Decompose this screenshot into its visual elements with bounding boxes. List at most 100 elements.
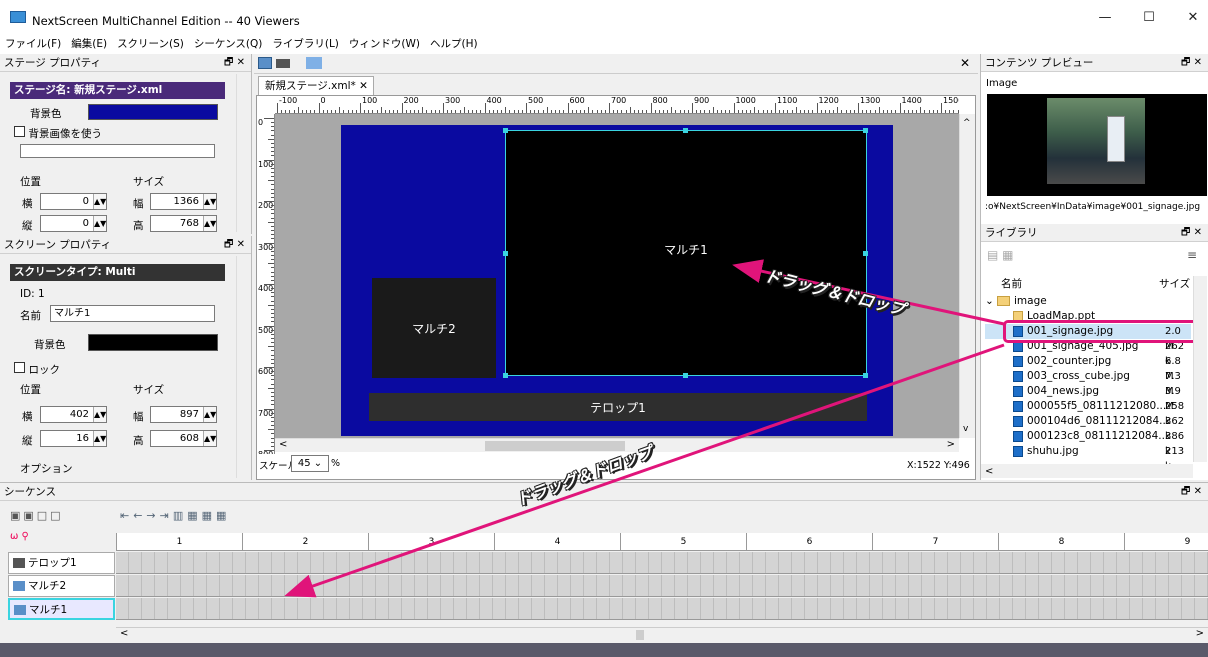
canvas-vscroll[interactable]: ^ v — [959, 114, 975, 438]
menu-screen[interactable]: スクリーン(S) — [112, 34, 189, 54]
ruler-tick — [729, 110, 731, 113]
ruler-tick — [264, 450, 274, 451]
close-button[interactable]: ✕ — [1170, 4, 1208, 32]
spinner-icon[interactable]: ▲▼ — [93, 194, 106, 209]
screen-x-field[interactable]: 402 ▲▼ — [40, 406, 107, 423]
telop-tool-icon[interactable] — [276, 59, 290, 68]
track-label[interactable]: マルチ2 — [8, 575, 115, 597]
stage-x-field[interactable]: 0 ▲▼ — [40, 193, 107, 210]
stage-h-field[interactable]: 768 ▲▼ — [150, 215, 217, 232]
screen-w-field[interactable]: 897 ▲▼ — [150, 406, 217, 423]
spinner-icon[interactable]: ▲▼ — [93, 407, 106, 422]
editor-close-icon[interactable]: ✕ — [960, 56, 970, 70]
library-item[interactable]: 000123c8_08111212084... 386 k — [985, 429, 1191, 457]
scroll-thumb[interactable] — [485, 441, 625, 451]
tab-close-icon[interactable]: ✕ — [359, 80, 368, 92]
resize-handle[interactable] — [683, 128, 688, 133]
screen-tool-icon[interactable] — [258, 57, 272, 69]
resize-handle[interactable] — [503, 373, 508, 378]
col-size-header[interactable]: サイズ — [1159, 276, 1190, 291]
stage-y-field[interactable]: 0 ▲▼ — [40, 215, 107, 232]
screen-props-scrollbar[interactable] — [236, 256, 250, 478]
ruler-tick — [679, 110, 681, 113]
use-bg-image-option[interactable]: 背景画像を使う — [14, 126, 102, 141]
library-item[interactable]: shuhu.jpg213 k — [985, 444, 1191, 472]
track-lane[interactable] — [116, 552, 1208, 574]
track-lane[interactable] — [116, 598, 1208, 620]
spinner-icon[interactable]: ▲▼ — [203, 431, 216, 446]
screen-multi2[interactable]: マルチ2 — [372, 278, 496, 378]
panel-pin-close-icon[interactable]: 🗗 ✕ — [224, 236, 245, 254]
screen-multi1[interactable]: マルチ1 — [503, 128, 868, 378]
library-item[interactable]: 000104d6_08111212084... 362 k — [985, 414, 1191, 442]
screen-h-field[interactable]: 608 ▲▼ — [150, 430, 217, 447]
use-bg-image-checkbox[interactable] — [14, 126, 25, 137]
sequence-hscroll[interactable]: < > — [116, 627, 1208, 641]
library-item[interactable]: 002_counter.jpg 6.8 M — [985, 354, 1191, 382]
library-item[interactable]: 003_cross_cube.jpg 7.3 M — [985, 369, 1191, 397]
ruler-tick — [314, 110, 316, 113]
menu-library[interactable]: ライブラリ(L) — [267, 34, 344, 54]
track-label[interactable]: テロップ1 — [8, 552, 115, 574]
lock-option[interactable]: ロック — [14, 362, 60, 377]
track-lane[interactable] — [116, 575, 1208, 597]
screen-telop1[interactable]: テロップ1 — [369, 393, 867, 421]
screen-y-field[interactable]: 16 ▲▼ — [40, 430, 107, 447]
bg-image-path-field[interactable] — [20, 144, 215, 158]
resize-handle[interactable] — [863, 251, 868, 256]
resize-handle[interactable] — [503, 251, 508, 256]
menu-help[interactable]: ヘルプ(H) — [425, 34, 483, 54]
spinner-icon[interactable]: ▲▼ — [93, 216, 106, 231]
maximize-button[interactable]: ☐ — [1126, 4, 1172, 32]
col-name-header[interactable]: 名前 — [1001, 276, 1022, 291]
track-row[interactable]: テロップ1 — [8, 552, 1208, 574]
ruler-tick — [368, 110, 370, 113]
ruler-tick — [480, 110, 482, 113]
ruler-tick — [849, 110, 851, 113]
stage-bg-color-swatch[interactable] — [88, 104, 218, 120]
use-bg-image-label: 背景画像を使う — [28, 128, 103, 140]
resize-handle[interactable] — [683, 373, 688, 378]
library-item[interactable]: 000055f5_08111212080... 258 k — [985, 399, 1191, 427]
view-icon[interactable]: ▤ ▦ — [987, 248, 1014, 262]
folder-row[interactable]: ⌄ image — [985, 294, 1191, 309]
menu-sequence[interactable]: シーケンス(Q) — [189, 34, 267, 54]
menu-window[interactable]: ウィンドウ(W) — [344, 34, 425, 54]
menu-edit[interactable]: 編集(E) — [66, 34, 112, 54]
library-vscroll[interactable] — [1193, 276, 1207, 462]
stage-w-field[interactable]: 1366 ▲▼ — [150, 193, 217, 210]
track-row[interactable]: マルチ1 — [8, 598, 1208, 620]
track-tool-icons[interactable]: ω ⚲ — [10, 531, 29, 542]
image-tool-icon[interactable] — [306, 57, 322, 69]
spinner-icon[interactable]: ▲▼ — [93, 431, 106, 446]
stage-props-scrollbar[interactable] — [236, 74, 250, 232]
stage-properties-header: ステージ プロパティ 🗗 ✕ — [0, 54, 251, 72]
menu-icon[interactable]: ≡ — [1187, 248, 1197, 262]
lock-checkbox[interactable] — [14, 362, 25, 373]
resize-handle[interactable] — [863, 128, 868, 133]
track-row[interactable]: マルチ2 — [8, 575, 1208, 597]
spinner-icon[interactable]: ▲▼ — [203, 407, 216, 422]
resize-handle[interactable] — [863, 373, 868, 378]
sequence-toolbar-icons[interactable]: ▣▣□□ — [10, 509, 64, 522]
panel-pin-close-icon[interactable]: 🗗 ✕ — [1181, 483, 1202, 501]
panel-pin-close-icon[interactable]: 🗗 ✕ — [1181, 224, 1202, 242]
library-item[interactable]: 004_news.jpg 3.9 M — [985, 384, 1191, 412]
tab-stage-file[interactable]: 新規ステージ.xml* ✕ — [258, 76, 374, 95]
spinner-icon[interactable]: ▲▼ — [203, 194, 216, 209]
panel-pin-close-icon[interactable]: 🗗 ✕ — [224, 54, 245, 72]
playback-controls-icons[interactable]: ⇤←→⇥▥▦▦▦ — [120, 509, 230, 522]
library-hscroll[interactable]: < — [981, 464, 1193, 478]
scale-select[interactable]: 45 ⌄ — [291, 455, 329, 472]
screen-name-field[interactable]: マルチ1 — [50, 305, 215, 322]
panel-pin-close-icon[interactable]: 🗗 ✕ — [1181, 54, 1202, 72]
resize-handle[interactable] — [503, 128, 508, 133]
ruler-tick — [804, 110, 806, 113]
ruler-tick — [271, 300, 274, 302]
spinner-icon[interactable]: ▲▼ — [203, 216, 216, 231]
minimize-button[interactable]: — — [1082, 4, 1128, 32]
screen-icon — [14, 605, 26, 615]
screen-bg-color-swatch[interactable] — [88, 334, 218, 351]
menu-file[interactable]: ファイル(F) — [0, 34, 66, 54]
track-label[interactable]: マルチ1 — [8, 598, 115, 620]
